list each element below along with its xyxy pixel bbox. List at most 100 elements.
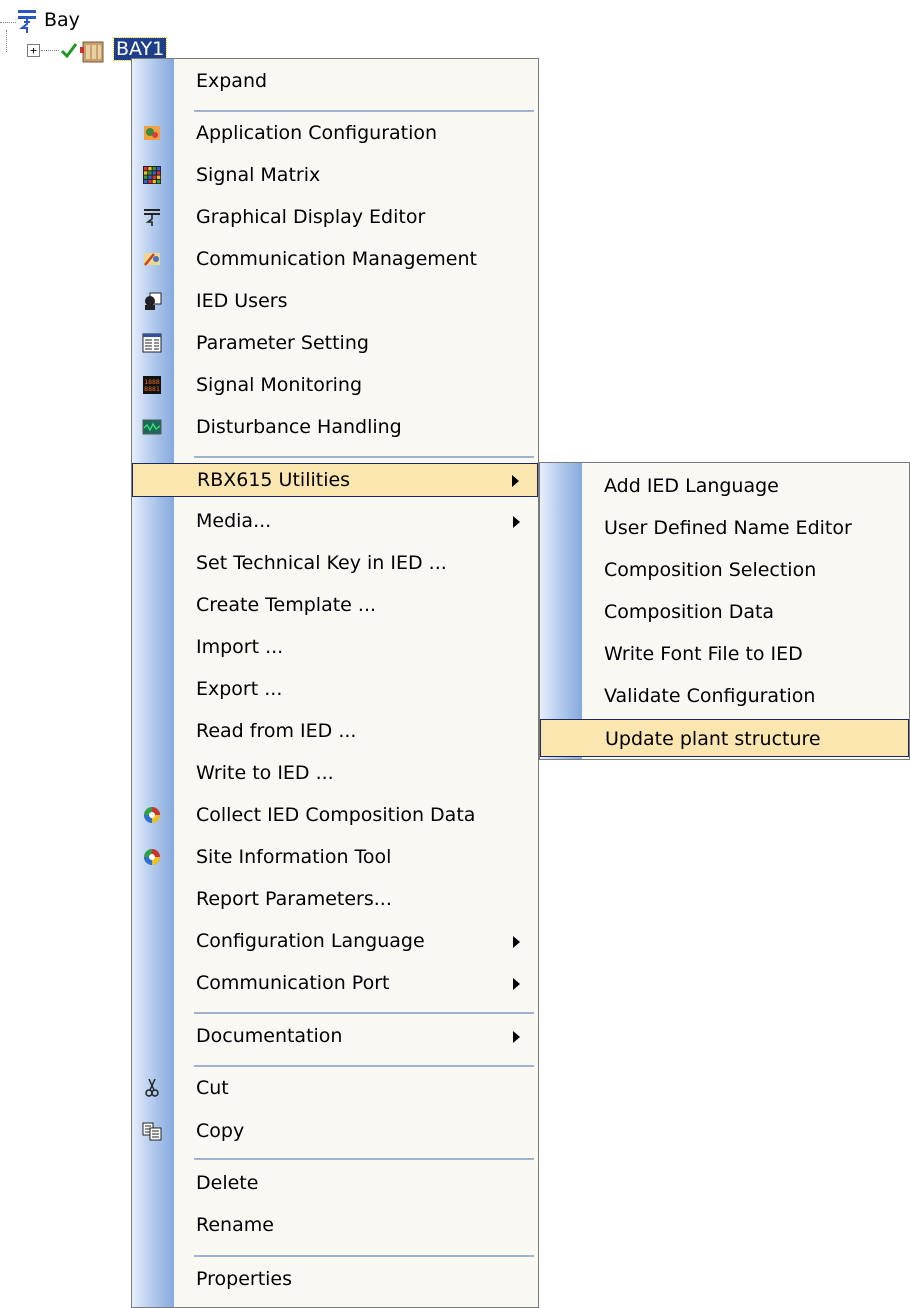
menu-item-site-information-tool[interactable]: Site Information Tool	[132, 841, 538, 875]
communication-management-icon	[142, 249, 162, 269]
menu-item-parameter-setting[interactable]: Parameter Setting	[132, 327, 538, 361]
site-information-icon	[142, 847, 162, 867]
menu-item-configuration-language[interactable]: Configuration Language	[132, 925, 538, 959]
svg-text:8881: 8881	[144, 385, 160, 393]
submenu-item-label: Write Font File to IED	[604, 643, 803, 665]
menu-item-label: Collect IED Composition Data	[196, 804, 476, 826]
menu-item-label: Read from IED ...	[196, 720, 357, 742]
tree-connector	[6, 30, 7, 52]
tree-expander[interactable]: +	[27, 44, 40, 57]
submenu-arrow-icon	[512, 475, 519, 487]
menu-separator	[194, 1012, 534, 1014]
menu-item-label: Media...	[196, 510, 272, 532]
menu-item-read-from-ied[interactable]: Read from IED ...	[132, 715, 538, 749]
menu-item-communication-port[interactable]: Communication Port	[132, 967, 538, 1001]
menu-item-label: Report Parameters...	[196, 888, 392, 910]
menu-item-rename[interactable]: Rename	[132, 1209, 538, 1243]
parameter-setting-icon	[142, 333, 162, 353]
menu-separator	[194, 1255, 534, 1257]
menu-item-label: Copy	[196, 1120, 245, 1142]
copy-icon	[142, 1121, 162, 1141]
menu-item-signal-monitoring[interactable]: 1888 8881 Signal Monitoring	[132, 369, 538, 403]
menu-item-label: Cut	[196, 1077, 229, 1099]
menu-item-label: Signal Monitoring	[196, 374, 363, 396]
menu-item-signal-matrix[interactable]: Signal Matrix	[132, 159, 538, 193]
menu-item-label: Properties	[196, 1268, 293, 1290]
submenu-item-user-defined-name-editor[interactable]: User Defined Name Editor	[540, 512, 909, 546]
menu-item-copy[interactable]: Copy	[132, 1115, 538, 1149]
menu-item-label: Import ...	[196, 636, 284, 658]
menu-item-label: Disturbance Handling	[196, 416, 402, 438]
menu-item-collect-ied-composition-data[interactable]: Collect IED Composition Data	[132, 799, 538, 833]
menu-item-expand[interactable]: Expand	[132, 65, 538, 99]
submenu-arrow-icon	[513, 1031, 520, 1043]
submenu-item-write-font-file-to-ied[interactable]: Write Font File to IED	[540, 638, 909, 672]
scissors-icon	[142, 1078, 162, 1098]
menu-item-rbx615-utilities[interactable]: RBX615 Utilities	[132, 463, 538, 497]
menu-item-label: Signal Matrix	[196, 164, 321, 186]
menu-item-label: Communication Management	[196, 248, 477, 270]
tree-node-bay[interactable]: Bay	[44, 9, 80, 31]
menu-item-application-configuration[interactable]: Application Configuration	[132, 117, 538, 151]
tree-connector	[0, 22, 16, 23]
collect-composition-icon	[142, 805, 162, 825]
menu-item-label: Set Technical Key in IED ...	[196, 552, 447, 574]
submenu-item-validate-configuration[interactable]: Validate Configuration	[540, 680, 909, 714]
checkmark-icon	[60, 41, 78, 59]
disturbance-handling-icon	[142, 417, 162, 437]
submenu-item-update-plant-structure[interactable]: Update plant structure	[540, 719, 909, 757]
menu-item-communication-management[interactable]: Communication Management	[132, 243, 538, 277]
ied-device-icon	[79, 38, 107, 64]
ied-users-icon	[142, 291, 162, 311]
menu-item-label: Export ...	[196, 678, 283, 700]
rbx615-utilities-submenu: Add IED Language User Defined Name Editor…	[539, 462, 910, 760]
menu-item-report-parameters[interactable]: Report Parameters...	[132, 883, 538, 917]
bay-icon	[16, 8, 38, 34]
submenu-arrow-icon	[513, 936, 520, 948]
submenu-item-add-ied-language[interactable]: Add IED Language	[540, 470, 909, 504]
menu-item-write-to-ied[interactable]: Write to IED ...	[132, 757, 538, 791]
submenu-item-composition-data[interactable]: Composition Data	[540, 596, 909, 630]
menu-item-label: Documentation	[196, 1025, 343, 1047]
menu-separator	[194, 456, 534, 458]
application-configuration-icon	[142, 123, 162, 143]
menu-item-label: Configuration Language	[196, 930, 425, 952]
menu-item-delete[interactable]: Delete	[132, 1167, 538, 1201]
menu-item-label: Site Information Tool	[196, 846, 392, 868]
signal-monitoring-icon: 1888 8881	[142, 375, 162, 395]
context-menu: Expand Application Configuration Signal Ma…	[131, 58, 539, 1308]
submenu-item-label: User Defined Name Editor	[604, 517, 852, 539]
submenu-item-label: Composition Data	[604, 601, 775, 623]
menu-item-media[interactable]: Media...	[132, 505, 538, 539]
menu-item-label: Application Configuration	[196, 122, 438, 144]
submenu-item-label: Validate Configuration	[604, 685, 816, 707]
submenu-arrow-icon	[513, 978, 520, 990]
menu-separator	[194, 1065, 534, 1067]
menu-item-label: Graphical Display Editor	[196, 206, 426, 228]
menu-item-ied-users[interactable]: IED Users	[132, 285, 538, 319]
menu-item-label: Parameter Setting	[196, 332, 369, 354]
submenu-item-composition-selection[interactable]: Composition Selection	[540, 554, 909, 588]
menu-item-label: Communication Port	[196, 972, 390, 994]
menu-item-graphical-display-editor[interactable]: Graphical Display Editor	[132, 201, 538, 235]
menu-item-set-technical-key-in-ied[interactable]: Set Technical Key in IED ...	[132, 547, 538, 581]
menu-item-label: RBX615 Utilities	[197, 469, 351, 491]
submenu-arrow-icon	[513, 516, 520, 528]
signal-matrix-icon	[142, 165, 162, 185]
menu-item-properties[interactable]: Properties	[132, 1263, 538, 1297]
menu-item-label: Create Template ...	[196, 594, 377, 616]
tree-connector	[41, 50, 59, 51]
menu-item-label: IED Users	[196, 290, 288, 312]
menu-separator	[194, 110, 534, 112]
menu-item-export[interactable]: Export ...	[132, 673, 538, 707]
menu-item-import[interactable]: Import ...	[132, 631, 538, 665]
menu-item-disturbance-handling[interactable]: Disturbance Handling	[132, 411, 538, 445]
menu-item-label: Expand	[196, 70, 268, 92]
submenu-item-label: Add IED Language	[604, 475, 779, 497]
menu-item-cut[interactable]: Cut	[132, 1072, 538, 1106]
tree-node-bay1[interactable]: BAY1	[112, 37, 168, 61]
menu-item-label: Rename	[196, 1214, 274, 1236]
menu-item-label: Write to IED ...	[196, 762, 334, 784]
menu-item-documentation[interactable]: Documentation	[132, 1020, 538, 1054]
menu-item-create-template[interactable]: Create Template ...	[132, 589, 538, 623]
